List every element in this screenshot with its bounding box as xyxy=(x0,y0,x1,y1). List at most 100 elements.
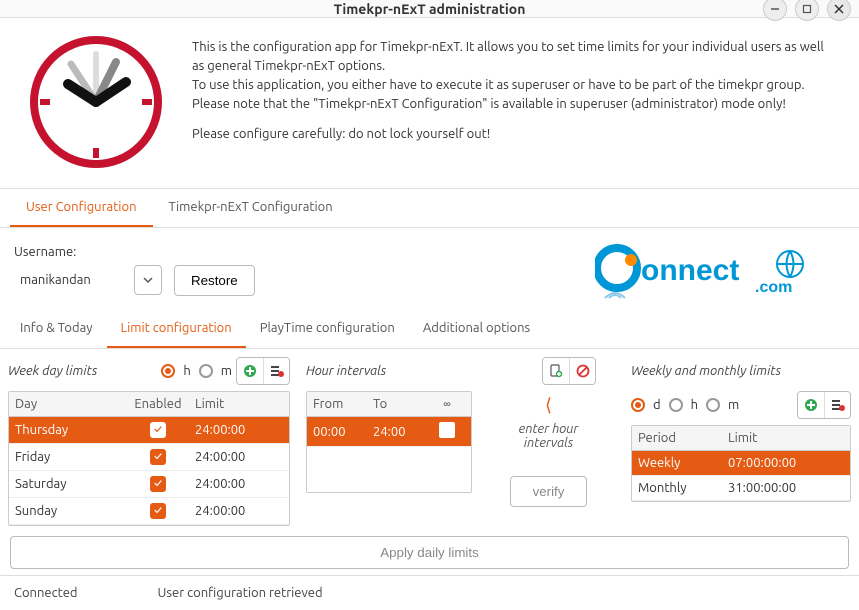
weekly-radio-d[interactable] xyxy=(631,398,645,412)
minimize-button[interactable] xyxy=(763,0,787,21)
interval-cell-from: 00:00 xyxy=(307,420,367,444)
weekday-cell-limit: 24:00:00 xyxy=(189,445,279,469)
user-row: Username: manikandan Restore onnect .com xyxy=(0,228,859,306)
svg-text:onnect: onnect xyxy=(641,254,739,287)
interval-cell-to: 24:00 xyxy=(367,420,427,444)
interval-row[interactable]: 00:00 24:00 xyxy=(307,417,471,447)
page-add-icon xyxy=(549,364,563,378)
header-section: This is the configuration app for Timekp… xyxy=(0,18,859,189)
weekly-row[interactable]: Weekly 07:00:00:00 xyxy=(632,451,850,476)
weekday-cell-enabled[interactable] xyxy=(127,417,189,443)
weekday-cell-limit: 24:00:00 xyxy=(189,472,279,496)
weekday-th-enabled: Enabled xyxy=(127,392,189,416)
list-remove-icon xyxy=(270,364,284,378)
header-p4: Please configure carefully: do not lock … xyxy=(192,125,839,144)
interval-panel: Hour intervals From To ∞ 00:00 xyxy=(306,355,596,526)
statusbar: Connected User configuration retrieved xyxy=(0,575,859,610)
checkbox-empty-icon xyxy=(439,422,455,438)
interval-th-inf: ∞ xyxy=(427,392,467,416)
weekly-radio-m[interactable] xyxy=(706,398,720,412)
check-icon xyxy=(150,422,166,438)
weekday-cell-limit: 24:00:00 xyxy=(189,418,279,442)
main-tabs: User Configuration Timekpr-nExT Configur… xyxy=(0,189,859,228)
plus-icon xyxy=(243,364,257,378)
weekly-table: Period Limit Weekly 07:00:00:00Monthly 3… xyxy=(631,425,851,502)
weekday-remove-button[interactable] xyxy=(263,358,289,384)
brand-logo: onnect .com xyxy=(595,240,825,300)
weekday-th-day: Day xyxy=(9,392,127,416)
weekly-title: Weekly and monthly limits xyxy=(631,364,781,378)
weekly-remove-button[interactable] xyxy=(824,392,850,418)
weekday-cell-day: Sunday xyxy=(9,499,127,523)
close-button[interactable] xyxy=(827,0,851,21)
interval-th-to: To xyxy=(367,392,427,416)
check-icon xyxy=(150,476,166,492)
tab-user-config[interactable]: User Configuration xyxy=(10,189,153,227)
restore-button[interactable]: Restore xyxy=(174,265,255,296)
interval-add-button[interactable] xyxy=(543,358,569,384)
weekday-th-limit: Limit xyxy=(189,392,279,416)
verify-button[interactable]: verify xyxy=(510,476,588,507)
chevron-down-icon xyxy=(143,275,153,285)
subtab-playtime[interactable]: PlayTime configuration xyxy=(246,310,409,348)
weekday-row[interactable]: Friday 24:00:00 xyxy=(9,444,289,471)
list-remove-icon xyxy=(831,398,845,412)
interval-remove-button[interactable] xyxy=(569,358,595,384)
sub-tabs: Info & Today Limit configuration PlayTim… xyxy=(0,310,859,349)
weekday-cell-day: Saturday xyxy=(9,472,127,496)
titlebar: Timekpr-nExT administration xyxy=(0,0,859,18)
weekly-cell-period: Monthly xyxy=(632,476,722,500)
interval-title: Hour intervals xyxy=(306,364,386,378)
interval-hint-col: ⟨ enter hour intervals verify xyxy=(496,395,601,507)
weekly-th-limit: Limit xyxy=(722,426,842,450)
weekly-add-button[interactable] xyxy=(798,392,824,418)
check-icon xyxy=(150,449,166,465)
weekly-row[interactable]: Monthly 31:00:00:00 xyxy=(632,476,850,501)
tab-timekpr-config[interactable]: Timekpr-nExT Configuration xyxy=(153,189,349,227)
apply-button[interactable]: Apply daily limits xyxy=(10,536,849,569)
check-icon xyxy=(150,503,166,519)
weekday-title: Week day limits xyxy=(8,364,97,378)
interval-th-from: From xyxy=(307,392,367,416)
weekday-radio-h[interactable] xyxy=(161,364,175,378)
username-dropdown[interactable] xyxy=(134,265,162,295)
subtab-additional[interactable]: Additional options xyxy=(409,310,544,348)
username-value: manikandan xyxy=(14,269,124,291)
svg-text:.com: .com xyxy=(755,279,792,296)
interval-table: From To ∞ 00:00 24:00 xyxy=(306,391,472,493)
weekday-panel: Week day limits h m Day Enabled Limit Th… xyxy=(8,355,290,526)
header-text: This is the configuration app for Timekp… xyxy=(192,32,839,172)
interval-hint: enter hour intervals xyxy=(496,422,601,450)
forbid-icon xyxy=(576,364,590,378)
weekly-cell-limit: 31:00:00:00 xyxy=(722,476,842,500)
weekday-add-button[interactable] xyxy=(237,358,263,384)
weekday-cell-enabled[interactable] xyxy=(127,471,189,497)
weekday-row[interactable]: Saturday 24:00:00 xyxy=(9,471,289,498)
status-message: User configuration retrieved xyxy=(158,586,323,600)
weekday-row[interactable]: Sunday 24:00:00 xyxy=(9,498,289,525)
weekday-cell-day: Friday xyxy=(9,445,127,469)
weekly-cell-limit: 07:00:00:00 xyxy=(722,451,842,475)
weekday-cell-enabled[interactable] xyxy=(127,444,189,470)
subtab-info[interactable]: Info & Today xyxy=(6,310,107,348)
weekday-cell-day: Thursday xyxy=(9,418,127,442)
weekday-radio-m[interactable] xyxy=(199,364,213,378)
header-p3: Please note that the "Timekpr-nExT Confi… xyxy=(192,95,839,114)
weekday-row[interactable]: Thursday 24:00:00 xyxy=(9,417,289,444)
weekly-panel: Weekly and monthly limits d h m Period L… xyxy=(631,355,851,526)
maximize-button[interactable] xyxy=(795,0,819,21)
status-connected: Connected xyxy=(14,586,78,600)
weekday-cell-enabled[interactable] xyxy=(127,498,189,524)
config-area: Week day limits h m Day Enabled Limit Th… xyxy=(0,349,859,532)
header-p2: To use this application, you either have… xyxy=(192,76,839,95)
username-label: Username: xyxy=(14,245,255,259)
window-controls xyxy=(763,0,851,21)
weekly-th-period: Period xyxy=(632,426,722,450)
header-p1: This is the configuration app for Timekp… xyxy=(192,38,839,76)
interval-cell-inf[interactable] xyxy=(427,417,467,446)
weekday-cell-limit: 24:00:00 xyxy=(189,499,279,523)
window-title: Timekpr-nExT administration xyxy=(334,1,526,17)
weekday-table: Day Enabled Limit Thursday 24:00:00Frida… xyxy=(8,391,290,526)
subtab-limit[interactable]: Limit configuration xyxy=(107,310,246,348)
weekly-radio-h[interactable] xyxy=(669,398,683,412)
